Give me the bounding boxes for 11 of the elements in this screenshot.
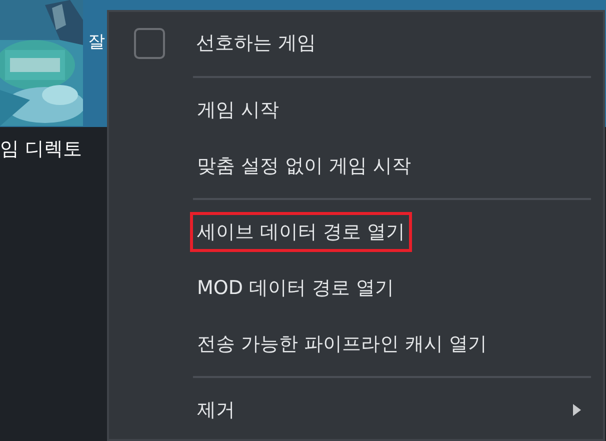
game-label: 임 디렉토 xyxy=(0,138,82,160)
menu-item[interactable]: MOD 데이터 경로 열기 xyxy=(190,268,402,308)
menu-item[interactable]: 게임 시작 xyxy=(190,90,286,130)
menu-item[interactable]: 제거 xyxy=(190,390,242,430)
menu-item-label[interactable]: 선호하는 게임 xyxy=(196,28,316,58)
submenu-arrow-icon xyxy=(573,404,581,416)
game-title: 잘 xyxy=(88,34,105,51)
menu-item[interactable]: 맞춤 설정 없이 게임 시작 xyxy=(190,146,418,186)
menu-item[interactable]: 전송 가능한 파이프라인 캐시 열기 xyxy=(190,324,494,364)
checkbox[interactable] xyxy=(134,28,165,58)
menu-item[interactable]: 세이브 데이터 경로 열기 xyxy=(190,212,412,252)
